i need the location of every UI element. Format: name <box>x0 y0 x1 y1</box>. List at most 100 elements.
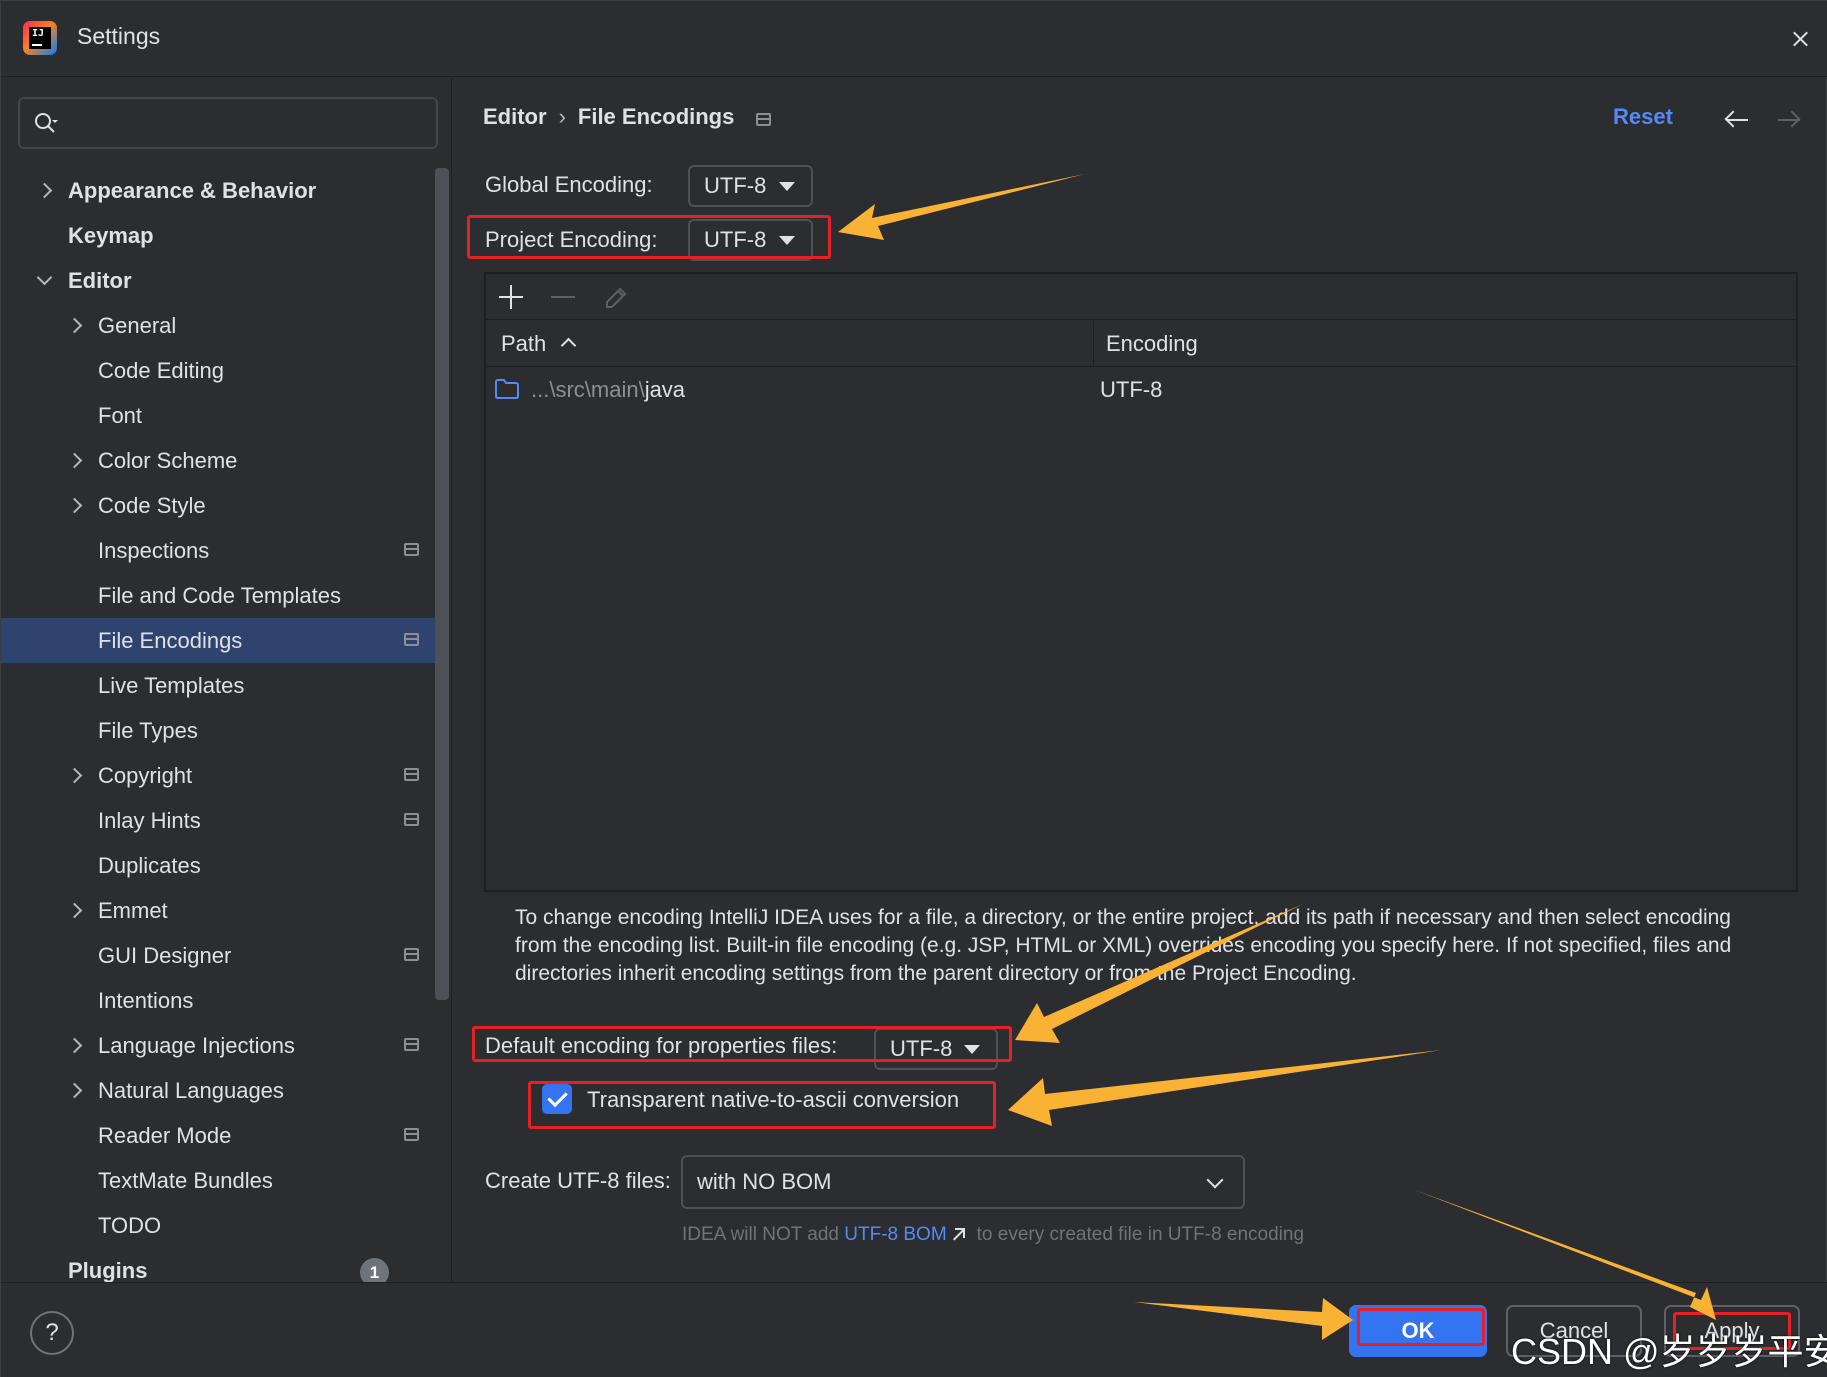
title-bar: IJ Settings <box>1 1 1827 77</box>
sidebar-item-label: Intentions <box>98 988 194 1013</box>
sidebar-item-label: Appearance & Behavior <box>68 178 317 203</box>
chevron-down-icon[interactable] <box>33 258 55 303</box>
edit-pencil-icon[interactable] <box>602 282 628 312</box>
sidebar-item[interactable]: Appearance & Behavior <box>1 168 435 213</box>
create-utf8-select[interactable]: with NO BOM <box>681 1155 1245 1209</box>
create-utf8-value: with NO BOM <box>697 1169 832 1194</box>
breadcrumb-separator: › <box>558 104 566 129</box>
sidebar-item[interactable]: Live Templates <box>1 663 435 708</box>
column-header-path[interactable]: Path <box>501 321 546 367</box>
breadcrumb-parent[interactable]: Editor <box>483 104 547 129</box>
sidebar-item[interactable]: Reader Mode <box>1 1113 435 1158</box>
logo-text: IJ <box>32 28 45 39</box>
chevron-right-icon[interactable] <box>63 1068 85 1113</box>
utf8-bom-link[interactable]: UTF-8 BOM <box>844 1224 946 1245</box>
sidebar-item-label: Emmet <box>98 898 168 923</box>
sidebar-item-label: Language Injections <box>98 1033 295 1058</box>
chevron-right-icon[interactable] <box>63 888 85 933</box>
project-scope-icon <box>404 1038 419 1051</box>
sidebar-item[interactable]: Color Scheme <box>1 438 435 483</box>
remove-icon[interactable] <box>550 284 576 310</box>
sidebar-item[interactable]: Natural Languages <box>1 1068 435 1113</box>
sidebar-item[interactable]: Emmet <box>1 888 435 933</box>
help-button[interactable]: ? <box>30 1311 74 1355</box>
table-row[interactable]: ...\src\main\java UTF-8 <box>486 368 1796 412</box>
sidebar-item[interactable]: Code Editing <box>1 348 435 393</box>
chevron-right-icon[interactable] <box>63 438 85 483</box>
search-input[interactable] <box>76 109 416 139</box>
sidebar-item[interactable]: Editor <box>1 258 435 303</box>
search-icon[interactable] <box>34 112 58 136</box>
row-path: ...\src\main\java <box>531 368 685 412</box>
sidebar-item[interactable]: File Types <box>1 708 435 753</box>
sidebar-item[interactable]: File and Code Templates <box>1 573 435 618</box>
chevron-right-icon[interactable] <box>63 303 85 348</box>
sidebar-item-label: Copyright <box>98 763 193 788</box>
project-scope-icon <box>404 633 419 646</box>
add-icon[interactable] <box>498 284 524 310</box>
sidebar-item-label: Code Style <box>98 493 206 518</box>
global-encoding-select[interactable]: UTF-8 <box>688 165 813 207</box>
window-title: Settings <box>77 23 161 49</box>
project-scope-icon <box>756 113 772 126</box>
sidebar-item[interactable]: GUI Designer <box>1 933 435 978</box>
project-scope-icon <box>404 948 419 961</box>
external-link-icon[interactable] <box>953 1228 965 1240</box>
encoding-help-text: To change encoding IntelliJ IDEA uses fo… <box>515 906 1732 985</box>
sidebar-item-label: Live Templates <box>98 673 245 698</box>
dropdown-caret-icon <box>779 182 795 191</box>
settings-tree: Appearance & Behavior Keymap Editor General… <box>1 168 435 1293</box>
forward-arrow-icon[interactable] <box>1776 110 1802 130</box>
highlight-transparent-conversion <box>528 1081 996 1129</box>
sidebar-item-label: Duplicates <box>98 853 201 878</box>
chevron-right-icon[interactable] <box>63 1023 85 1068</box>
sidebar-item-label: GUI Designer <box>98 943 232 968</box>
highlight-project-encoding <box>467 215 831 259</box>
close-icon[interactable] <box>1780 19 1820 59</box>
folder-icon <box>495 379 519 399</box>
sidebar-item[interactable]: Inlay Hints <box>1 798 435 843</box>
column-header-encoding[interactable]: Encoding <box>1106 321 1198 367</box>
row-encoding[interactable]: UTF-8 <box>1100 368 1162 412</box>
sidebar-item[interactable]: Language Injections <box>1 1023 435 1068</box>
csdn-watermark: CSDN @岁岁岁平安 <box>1511 1331 1827 1372</box>
sidebar-item[interactable]: Code Style <box>1 483 435 528</box>
sidebar-item[interactable]: Inspections <box>1 528 435 573</box>
sidebar-item-label: File Types <box>98 718 198 743</box>
reset-link[interactable]: Reset <box>1613 104 1673 130</box>
sidebar-item[interactable]: Duplicates <box>1 843 435 888</box>
sidebar-item-label: General <box>98 313 177 338</box>
row-path-name: java <box>644 377 686 402</box>
sidebar-item[interactable]: TextMate Bundles <box>1 1158 435 1203</box>
sidebar-item[interactable]: Copyright <box>1 753 435 798</box>
settings-search-box[interactable] <box>18 97 438 149</box>
sidebar-item[interactable]: Intentions <box>1 978 435 1023</box>
sidebar-item-label: TextMate Bundles <box>98 1168 273 1193</box>
sidebar-item-label: TODO <box>98 1213 162 1238</box>
create-utf8-label: Create UTF-8 files: <box>485 1168 671 1193</box>
sidebar-item[interactable]: File Encodings <box>1 618 435 663</box>
sort-ascending-icon <box>560 337 577 354</box>
project-scope-icon <box>404 1128 419 1141</box>
global-encoding-value: UTF-8 <box>704 173 767 198</box>
sidebar-item[interactable]: Keymap <box>1 213 435 258</box>
column-divider[interactable] <box>1093 321 1094 367</box>
chevron-right-icon[interactable] <box>63 483 85 528</box>
sidebar-item-label: Natural Languages <box>98 1078 284 1103</box>
row-path-prefix: ...\src\main\ <box>531 377 645 402</box>
table-header: Path Encoding <box>486 321 1796 367</box>
chevron-right-icon[interactable] <box>63 753 85 798</box>
project-scope-icon <box>404 543 419 556</box>
highlight-ok-button <box>1357 1308 1485 1346</box>
project-scope-icon <box>404 813 419 826</box>
sidebar-item-label: Reader Mode <box>98 1123 232 1148</box>
sidebar-item[interactable]: TODO <box>1 1203 435 1248</box>
tree-scrollbar[interactable] <box>435 168 449 1000</box>
sidebar-item[interactable]: General <box>1 303 435 348</box>
chevron-right-icon[interactable] <box>33 168 55 213</box>
sidebar-item-label: Editor <box>68 268 132 293</box>
sidebar-item[interactable]: Font <box>1 393 435 438</box>
sidebar-item-label: File Encodings <box>98 628 243 653</box>
path-encoding-table: Path Encoding ...\src\main\java UTF-8 <box>484 272 1798 892</box>
back-arrow-icon[interactable] <box>1724 110 1750 130</box>
